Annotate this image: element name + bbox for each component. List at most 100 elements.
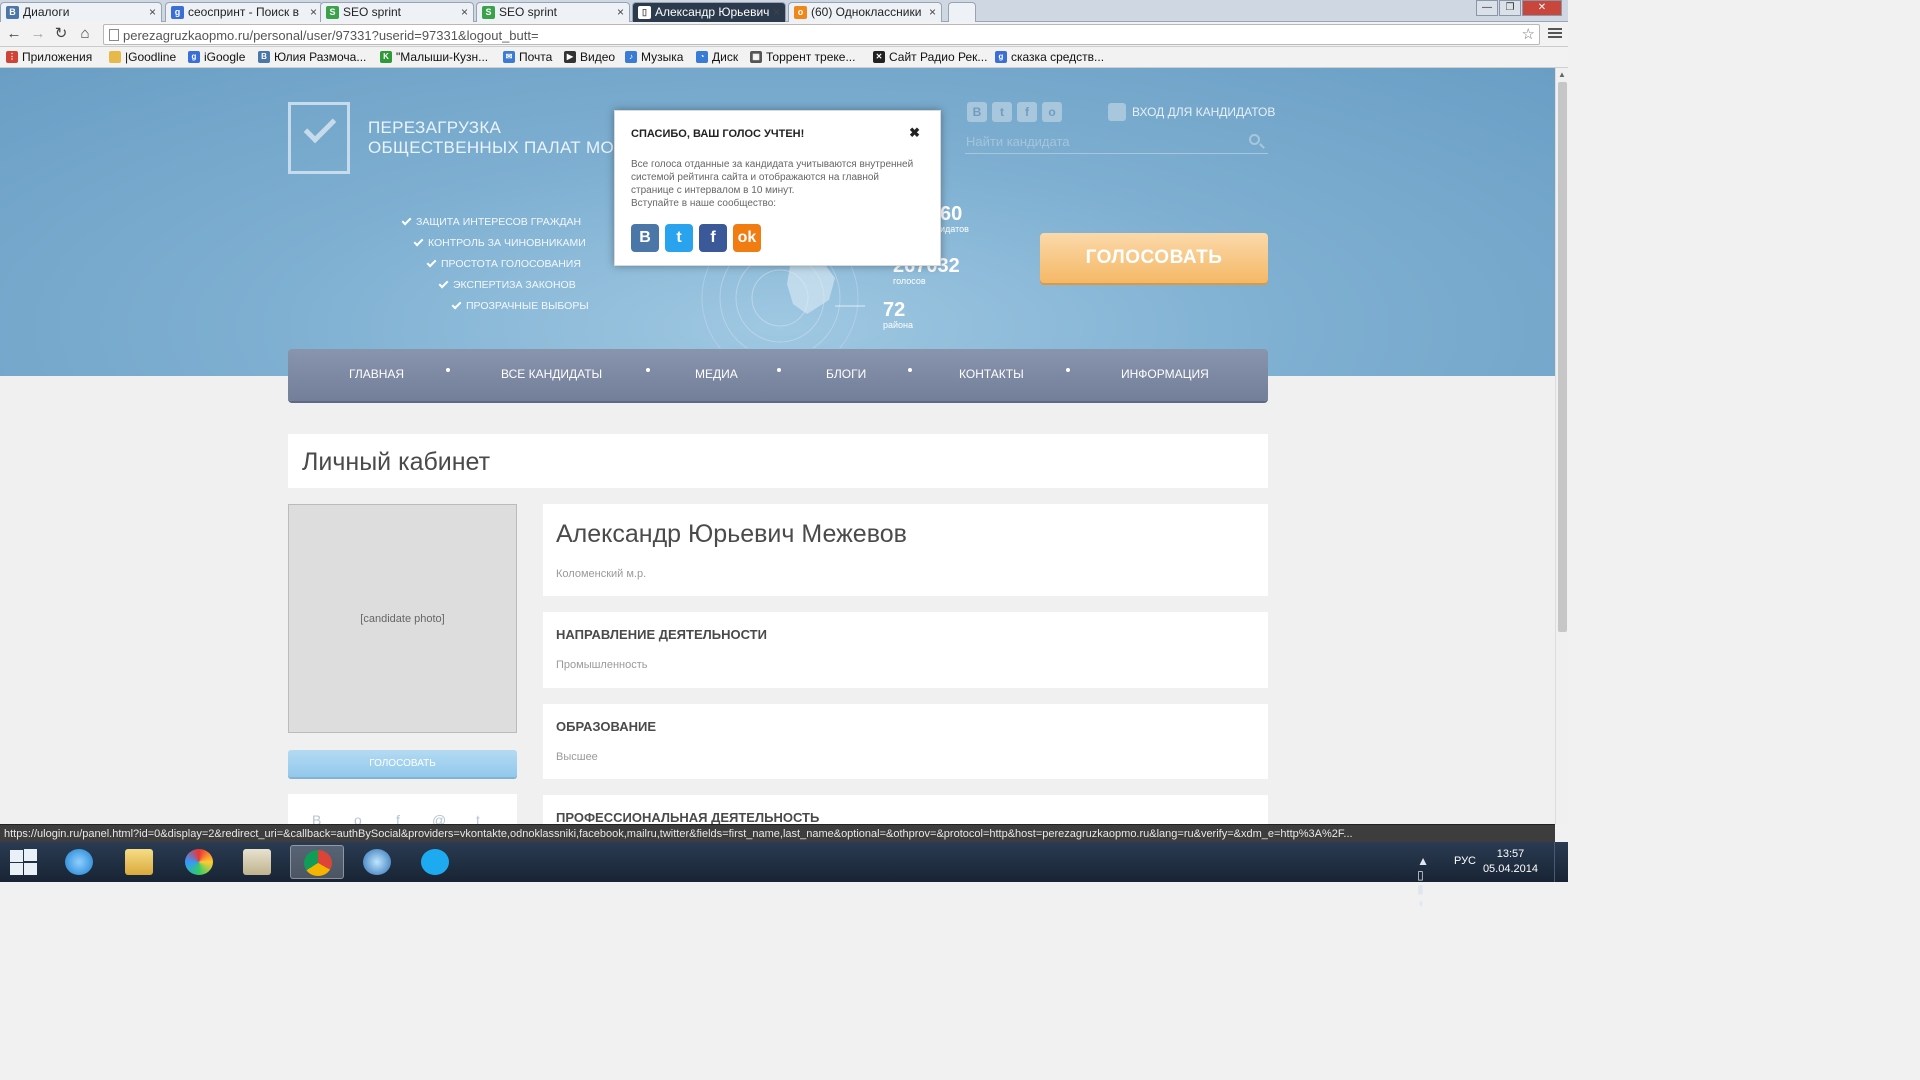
- clock[interactable]: 13:57 05.04.2014: [1483, 847, 1538, 877]
- browser-tab[interactable]: o (60) Одноклассники ×: [788, 2, 942, 22]
- new-tab-button[interactable]: [948, 2, 976, 22]
- candidate-search[interactable]: Найти кандидата: [965, 130, 1268, 154]
- maximize-button[interactable]: ❐: [1499, 0, 1521, 16]
- mail-icon: ✉: [503, 51, 515, 63]
- nav-separator: [646, 368, 650, 372]
- vk-icon[interactable]: В: [312, 812, 321, 824]
- close-window-button[interactable]: ✕: [1522, 0, 1562, 16]
- google-icon: g: [995, 51, 1007, 63]
- bookmark-item[interactable]: ▶ Видео: [564, 50, 615, 64]
- odnoklassniki-icon[interactable]: ok: [733, 224, 761, 252]
- internet-explorer-icon[interactable]: [52, 845, 106, 879]
- search-icon[interactable]: [1249, 134, 1260, 145]
- bookmark-label: Юлия Размоча...: [274, 50, 367, 64]
- bookmark-item[interactable]: g iGoogle: [188, 50, 245, 64]
- app-icon[interactable]: [350, 845, 404, 879]
- nav-information[interactable]: Информация: [1121, 367, 1209, 381]
- nav-home[interactable]: Главная: [349, 367, 404, 381]
- bookmark-label: Приложения: [22, 50, 93, 64]
- google-icon: g: [188, 51, 200, 63]
- site-logo[interactable]: [288, 102, 350, 174]
- bookmark-item[interactable]: g сказка средств...: [995, 50, 1104, 64]
- skype-icon[interactable]: [408, 845, 462, 879]
- scrollbar-thumb[interactable]: [1558, 82, 1567, 632]
- tab-close-icon[interactable]: ×: [617, 3, 624, 21]
- address-url[interactable]: perezagruzkaopmo.ru/personal/user/97331?…: [123, 28, 539, 43]
- twitter-icon[interactable]: t: [992, 102, 1012, 122]
- check-icon: [438, 278, 449, 289]
- browser-tab[interactable]: g сеоспринт - Поиск в ×: [165, 2, 323, 22]
- browser-tab[interactable]: S SEO sprint ×: [320, 2, 474, 22]
- paint-icon[interactable]: [172, 845, 226, 879]
- browser-tab[interactable]: В Диалоги ×: [0, 2, 162, 22]
- music-icon: ♪: [625, 51, 637, 63]
- scroll-up-icon[interactable]: ▲: [1558, 70, 1566, 79]
- facebook-icon[interactable]: f: [699, 224, 727, 252]
- page-title: Личный кабинет: [302, 448, 491, 476]
- bookmark-item[interactable]: ◔ Диск: [696, 50, 738, 64]
- bookmark-item[interactable]: K "Малыши-Кузн...: [380, 50, 488, 64]
- tab-close-icon[interactable]: ×: [773, 3, 780, 21]
- bookmark-star-icon[interactable]: ☆: [1522, 25, 1535, 43]
- reload-button[interactable]: ↻: [52, 25, 70, 43]
- odnoklassniki-icon[interactable]: o: [1042, 102, 1062, 122]
- tab-close-icon[interactable]: ×: [461, 3, 468, 21]
- folder-icon: [109, 51, 121, 63]
- mailru-icon[interactable]: @: [432, 812, 446, 824]
- twitter-icon[interactable]: t: [476, 812, 480, 824]
- bookmark-label: Торрент треке...: [766, 50, 856, 64]
- start-button[interactable]: [8, 849, 38, 875]
- feature-item: Контроль за чиновниками: [413, 236, 586, 249]
- bookmark-item[interactable]: ✉ Почта: [503, 50, 552, 64]
- back-button[interactable]: ←: [5, 25, 23, 43]
- candidate-login-link[interactable]: Вход для кандидатов: [1108, 103, 1275, 121]
- k-icon: K: [380, 51, 392, 63]
- vk-icon[interactable]: В: [967, 102, 987, 122]
- address-bar[interactable]: perezagruzkaopmo.ru/personal/user/97331?…: [103, 24, 1540, 45]
- vk-icon[interactable]: В: [631, 224, 659, 252]
- search-input[interactable]: Найти кандидата: [966, 134, 1070, 149]
- site-title[interactable]: Перезагрузка общественных палат МО: [368, 118, 614, 158]
- facebook-icon[interactable]: f: [1017, 102, 1037, 122]
- home-button[interactable]: ⌂: [76, 25, 94, 43]
- language-indicator[interactable]: РУС: [1454, 855, 1476, 867]
- tab-close-icon[interactable]: ×: [929, 3, 936, 21]
- odnoklassniki-icon[interactable]: о: [354, 812, 362, 824]
- header-vote-button[interactable]: Голосовать: [1040, 233, 1268, 283]
- tray-icons[interactable]: ▲ ▯ ▮ ◖: [1417, 854, 1438, 910]
- browser-tab[interactable]: ▯ Александр Юрьевич ×: [632, 2, 786, 22]
- bookmark-label: iGoogle: [204, 50, 246, 64]
- nav-contacts[interactable]: Контакты: [959, 367, 1024, 381]
- file-explorer-icon[interactable]: [112, 845, 166, 879]
- nav-blogs[interactable]: Блоги: [826, 367, 866, 381]
- nav-all-candidates[interactable]: Все кандидаты: [501, 367, 602, 381]
- browser-tab[interactable]: S SEO sprint ×: [476, 2, 630, 22]
- chrome-menu-icon[interactable]: [1548, 26, 1562, 40]
- bookmark-label: Музыка: [641, 50, 684, 64]
- profile-vote-button[interactable]: Голосовать: [288, 750, 517, 777]
- twitter-icon[interactable]: t: [665, 224, 693, 252]
- bookmark-item[interactable]: |Goodline: [109, 50, 176, 64]
- tab-close-icon[interactable]: ×: [149, 3, 156, 21]
- feature-item: Экспертиза законов: [438, 278, 576, 291]
- facebook-icon[interactable]: f: [396, 812, 400, 824]
- bookmark-item[interactable]: ✕ Сайт Радио Рек...: [873, 50, 987, 64]
- vote-confirmation-modal: Спасибо, ваш голос учтен! ✖ Все голоса о…: [614, 110, 941, 266]
- bookmark-item[interactable]: ⋮ Приложения: [6, 50, 92, 64]
- page-scrollbar[interactable]: ▲: [1555, 68, 1568, 824]
- bookmark-item[interactable]: ♪ Музыка: [625, 50, 683, 64]
- minimize-button[interactable]: —: [1476, 0, 1498, 16]
- bookmark-item[interactable]: В Юлия Размоча...: [258, 50, 366, 64]
- tab-close-icon[interactable]: ×: [310, 3, 317, 21]
- modal-title: Спасибо, ваш голос учтен!: [631, 128, 805, 140]
- bookmark-item[interactable]: ▦ Торрент треке...: [750, 50, 855, 64]
- modal-close-icon[interactable]: ✖: [909, 125, 920, 141]
- browser-tab-strip: В Диалоги × g сеоспринт - Поиск в × S SEO sprin…: [0, 0, 1568, 22]
- chrome-icon[interactable]: [290, 845, 344, 879]
- tab-title: SEO sprint: [343, 5, 402, 19]
- notepad-icon[interactable]: [230, 845, 284, 879]
- show-desktop-button[interactable]: [1554, 842, 1568, 882]
- forward-button[interactable]: →: [29, 25, 47, 43]
- site-title-line1: Перезагрузка: [368, 118, 502, 137]
- nav-media[interactable]: Медиа: [695, 367, 738, 381]
